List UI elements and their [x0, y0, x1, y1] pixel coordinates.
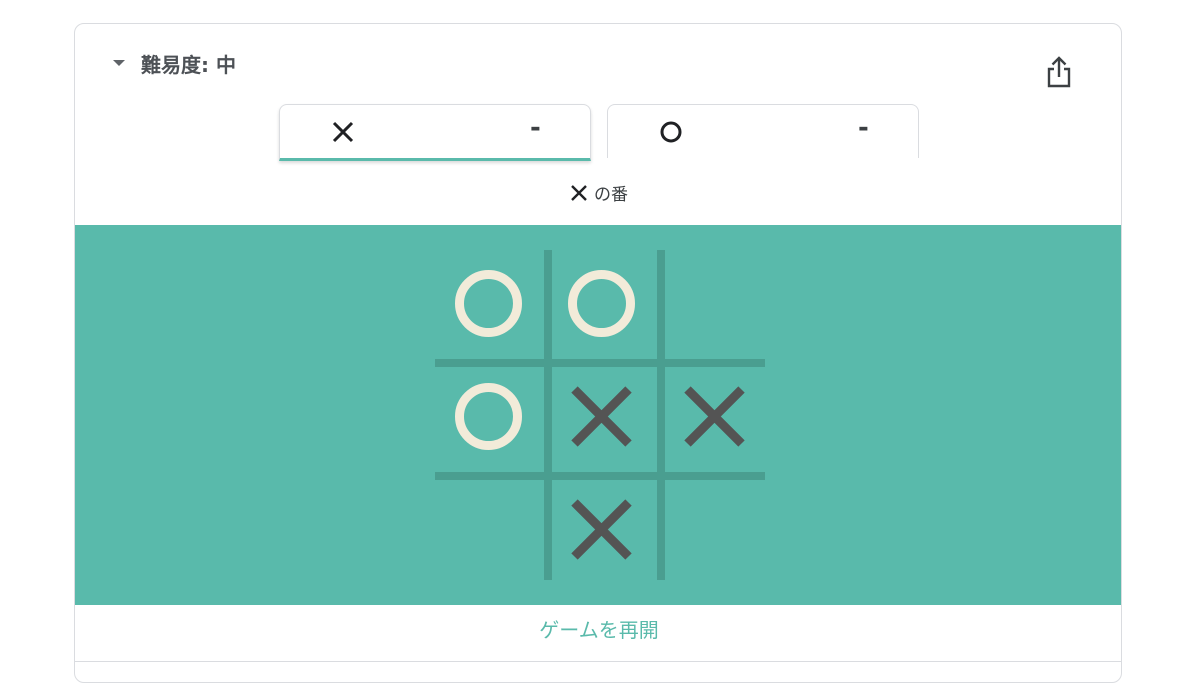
board-cell-3-1[interactable]	[435, 476, 548, 589]
board-cell-1-3[interactable]	[661, 250, 774, 363]
difficulty-dropdown[interactable]: 難易度: 中	[113, 48, 236, 78]
caret-down-icon	[113, 60, 125, 66]
turn-indicator: の番	[75, 180, 1121, 205]
difficulty-label: 難易度: 中	[141, 52, 236, 77]
share-icon	[1047, 56, 1071, 88]
player-x-score: -	[530, 113, 541, 143]
turn-x-icon	[571, 184, 587, 201]
game-card: 難易度: 中 - - の番 ゲームを再開	[74, 23, 1122, 683]
o-mark-icon	[660, 121, 682, 143]
x-mark-icon	[332, 121, 354, 143]
player-x-tab[interactable]: -	[279, 104, 591, 161]
player-o-score: -	[858, 113, 869, 143]
game-board	[75, 225, 1121, 605]
board-cell-2-3[interactable]	[661, 363, 774, 476]
board-cell-1-1[interactable]	[435, 250, 548, 363]
share-button[interactable]	[1041, 52, 1077, 92]
player-o-tab[interactable]: -	[607, 104, 919, 158]
board-cell-3-2[interactable]	[548, 476, 661, 589]
board-svg	[435, 250, 774, 589]
board-cell-2-1[interactable]	[435, 363, 548, 476]
board-cell-3-3[interactable]	[661, 476, 774, 589]
turn-text: の番	[594, 185, 628, 205]
footer-divider	[75, 661, 1121, 662]
board-cell-1-2[interactable]	[548, 250, 661, 363]
board-cell-2-2[interactable]	[548, 363, 661, 476]
resume-game-button[interactable]: ゲームを再開	[75, 614, 1121, 643]
